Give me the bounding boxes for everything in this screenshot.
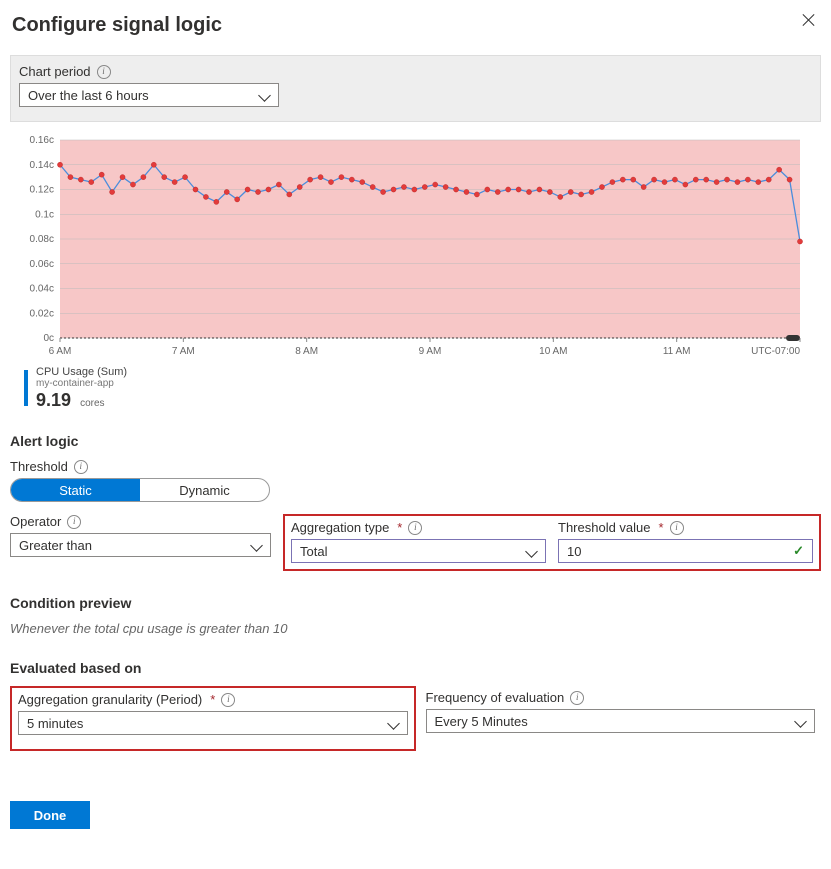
legend-series-unit: cores [80, 398, 104, 409]
page-title: Configure signal logic [12, 14, 222, 37]
threshold-value-input[interactable]: 10 ✓ [558, 539, 813, 563]
threshold-mode-dynamic[interactable]: Dynamic [140, 479, 269, 501]
chevron-down-icon [796, 716, 806, 726]
legend-series-value: 9.19 [36, 390, 71, 410]
chevron-down-icon [252, 540, 262, 550]
condition-preview-text: Whenever the total cpu usage is greater … [10, 621, 821, 636]
close-button[interactable] [799, 10, 819, 30]
chevron-down-icon [260, 90, 270, 100]
svg-text:7 AM: 7 AM [172, 346, 195, 357]
frequency-value: Every 5 Minutes [435, 714, 528, 729]
svg-text:9 AM: 9 AM [419, 346, 442, 357]
threshold-label: Threshold [10, 459, 68, 474]
info-icon[interactable]: i [570, 691, 584, 705]
svg-text:0.16c: 0.16c [30, 135, 54, 146]
operator-select[interactable]: Greater than [10, 533, 271, 557]
svg-text:0.1c: 0.1c [35, 209, 54, 220]
granularity-select[interactable]: 5 minutes [18, 711, 408, 735]
required-icon: * [210, 692, 215, 707]
required-icon: * [659, 520, 664, 535]
chart: 0c 0.02c 0.04c 0.06c 0.08c 0.1c 0.12c 0.14c 0.16… [10, 132, 821, 362]
aggregation-type-value: Total [300, 544, 327, 559]
legend-color-bar [24, 370, 28, 406]
chevron-down-icon [389, 718, 399, 728]
done-button[interactable]: Done [10, 801, 90, 829]
operator-label: Operator [10, 514, 61, 529]
info-icon[interactable]: i [97, 65, 111, 79]
frequency-label: Frequency of evaluation [426, 690, 565, 705]
threshold-mode-toggle: Static Dynamic [10, 478, 270, 502]
chart-period-value: Over the last 6 hours [28, 88, 149, 103]
svg-text:0.08c: 0.08c [30, 234, 54, 245]
threshold-value-label: Threshold value [558, 520, 651, 535]
operator-value: Greater than [19, 538, 92, 553]
aggregation-type-label: Aggregation type [291, 520, 389, 535]
chevron-down-icon [527, 546, 537, 556]
svg-text:0.04c: 0.04c [30, 284, 54, 295]
condition-preview-heading: Condition preview [10, 595, 821, 611]
svg-text:0c: 0c [43, 333, 54, 344]
chart-legend: CPU Usage (Sum) my-container-app 9.19 co… [24, 366, 821, 409]
alert-logic-heading: Alert logic [10, 433, 821, 449]
evaluated-heading: Evaluated based on [10, 660, 821, 676]
info-icon[interactable]: i [408, 521, 422, 535]
info-icon[interactable]: i [670, 521, 684, 535]
required-icon: * [397, 520, 402, 535]
svg-text:6 AM: 6 AM [49, 346, 72, 357]
info-icon[interactable]: i [67, 515, 81, 529]
check-icon: ✓ [793, 543, 804, 559]
svg-text:11 AM: 11 AM [663, 346, 691, 357]
svg-text:0.14c: 0.14c [30, 160, 54, 171]
info-icon[interactable]: i [74, 460, 88, 474]
chart-period-label: Chart period [19, 64, 91, 79]
svg-text:UTC-07:00: UTC-07:00 [751, 346, 800, 357]
threshold-mode-static[interactable]: Static [11, 479, 140, 501]
granularity-label: Aggregation granularity (Period) [18, 692, 202, 707]
svg-text:0.12c: 0.12c [30, 185, 54, 196]
frequency-select[interactable]: Every 5 Minutes [426, 709, 816, 733]
info-icon[interactable]: i [221, 693, 235, 707]
chart-period-panel: Chart period i Over the last 6 hours [10, 55, 821, 122]
svg-text:10 AM: 10 AM [539, 346, 567, 357]
aggregation-type-select[interactable]: Total [291, 539, 546, 563]
chart-period-select[interactable]: Over the last 6 hours [19, 83, 279, 107]
svg-text:8 AM: 8 AM [295, 346, 318, 357]
legend-series-sub: my-container-app [36, 378, 127, 389]
svg-text:0.02c: 0.02c [30, 308, 54, 319]
threshold-value-value: 10 [567, 544, 581, 559]
legend-series-name: CPU Usage (Sum) [36, 366, 127, 378]
granularity-value: 5 minutes [27, 716, 83, 731]
svg-text:0.06c: 0.06c [30, 259, 54, 270]
